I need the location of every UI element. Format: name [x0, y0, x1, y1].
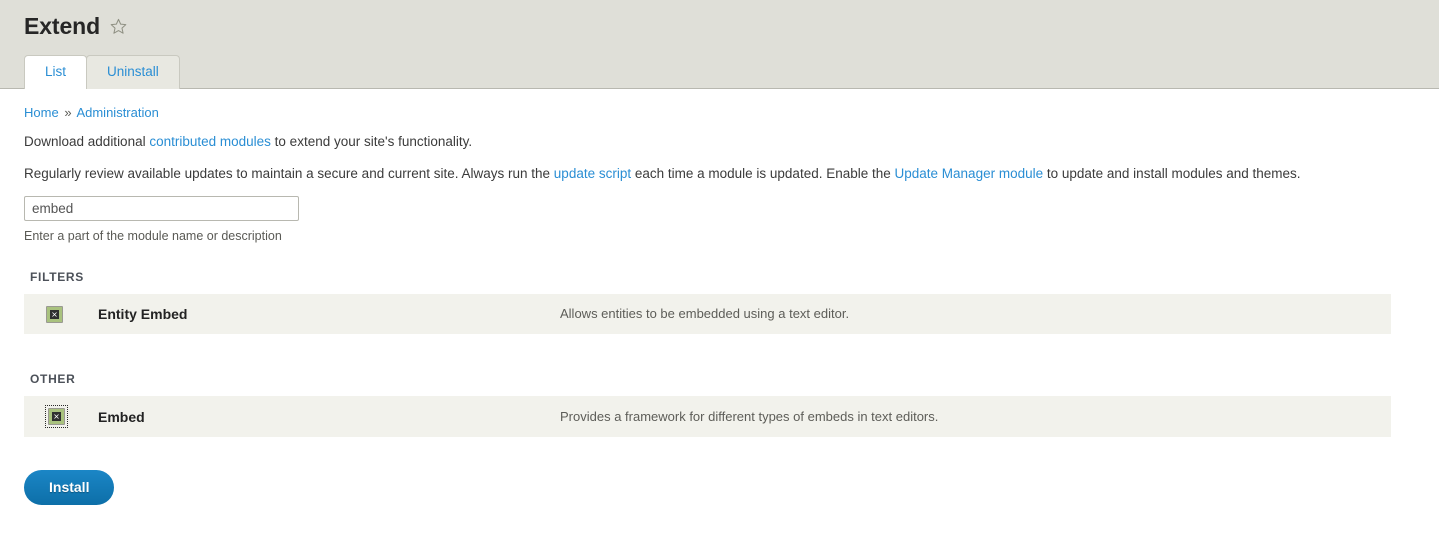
intro-paragraph-download: Download additional contributed modules …	[24, 133, 1415, 151]
module-enable-checkbox-cell: ×	[24, 305, 98, 323]
broken-image-glyph: ×	[50, 309, 59, 319]
intro-text-suffix: to extend your site's functionality.	[270, 134, 473, 150]
updates-text-middle: each time a module is updated. Enable th…	[631, 166, 895, 182]
primary-tabs: List Uninstall	[0, 55, 1439, 90]
module-filter-description: Enter a part of the module name or descr…	[24, 229, 282, 244]
page-header: Extend List Uninstall	[0, 0, 1439, 90]
broken-image-icon[interactable]: ×	[46, 305, 63, 323]
module-name: Embed	[98, 408, 145, 425]
updates-text-prefix: Regularly review available updates to ma…	[24, 166, 554, 182]
page-title-row: Extend	[0, 0, 1439, 55]
star-outline-icon[interactable]	[110, 18, 127, 35]
link-update-script[interactable]: update script	[554, 166, 631, 181]
tab-list[interactable]: List	[24, 55, 88, 90]
page-title: Extend	[24, 13, 101, 39]
module-group-title: FILTERS	[30, 270, 85, 285]
module-name: Entity Embed	[98, 306, 188, 323]
table-row[interactable]: × Embed Provides a framework for differe…	[24, 396, 1391, 438]
install-button[interactable]: Install	[24, 470, 115, 506]
module-group-title: OTHER	[30, 372, 76, 387]
form-actions: Install	[0, 437, 1439, 506]
module-group-other: OTHER × Embed Provides a framework for d…	[24, 372, 1415, 438]
module-description: Provides a framework for different types…	[560, 408, 939, 424]
updates-text-suffix: to update and install modules and themes…	[1043, 166, 1301, 182]
link-update-manager-module[interactable]: Update Manager module	[895, 166, 1044, 181]
module-filter-input[interactable]	[24, 196, 299, 222]
breadcrumb-item-administration[interactable]: Administration	[76, 105, 158, 120]
module-group-filters: FILTERS × Entity Embed Allows entities t…	[24, 270, 1415, 335]
module-groups: FILTERS × Entity Embed Allows entities t…	[24, 270, 1415, 438]
intro-paragraph-updates: Regularly review available updates to ma…	[24, 165, 1415, 183]
tab-uninstall[interactable]: Uninstall	[86, 55, 180, 90]
breadcrumb: Home » Administration	[24, 105, 1415, 121]
main-content: Home » Administration Download additiona…	[0, 89, 1439, 506]
checkbox-focus-ring: ×	[45, 405, 68, 429]
breadcrumb-separator: »	[64, 105, 72, 121]
tabs-list: List Uninstall	[24, 55, 1439, 90]
breadcrumb-item-home[interactable]: Home	[24, 105, 59, 120]
table-row[interactable]: × Entity Embed Allows entities to be emb…	[24, 294, 1391, 335]
intro-text-prefix: Download additional	[24, 134, 150, 150]
broken-image-icon[interactable]: ×	[48, 408, 65, 426]
module-description: Allows entities to be embedded using a t…	[560, 306, 850, 322]
broken-image-glyph: ×	[52, 412, 61, 422]
module-enable-checkbox-cell: ×	[24, 405, 98, 429]
link-contributed-modules[interactable]: contributed modules	[149, 134, 271, 149]
